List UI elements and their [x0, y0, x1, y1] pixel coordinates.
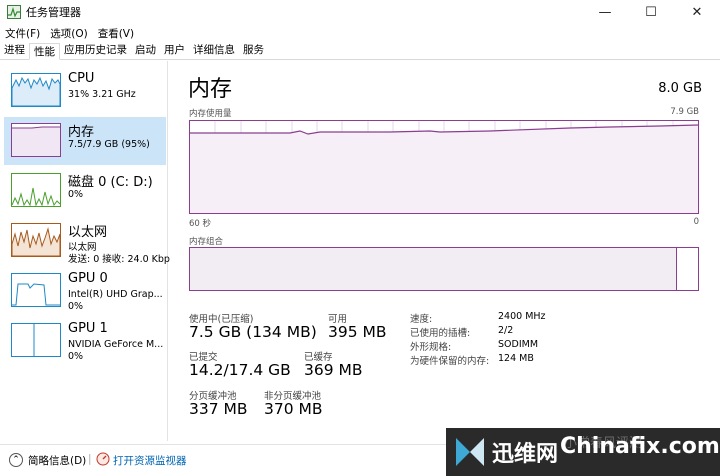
ethernet-mini-graph: [11, 223, 61, 257]
slots-value: 2/2: [498, 325, 514, 336]
sidebar-item-cpu[interactable]: CPU 31% 3.21 GHz: [4, 67, 166, 115]
sidebar-item-detail: 0%: [68, 189, 84, 200]
sidebar-item-subdetail: 发送: 0 接收: 24.0 Kbp: [68, 254, 170, 265]
sidebar-item-label: 内存: [68, 125, 95, 140]
graph-max-label: 7.9 GB: [670, 107, 699, 117]
tab-users[interactable]: 用户: [160, 42, 189, 59]
form-factor-value: SODIMM: [498, 339, 539, 350]
memory-usage-graph: [189, 120, 699, 214]
speed-value: 2400 MHz: [498, 311, 546, 322]
maximize-button[interactable]: ☐: [628, 0, 674, 24]
sidebar-item-label: GPU 0: [68, 271, 108, 286]
available-value: 395 MB: [328, 323, 387, 341]
tab-processes[interactable]: 进程: [0, 42, 29, 59]
gpu0-mini-graph: [11, 273, 61, 307]
hardware-reserved-value: 124 MB: [498, 353, 534, 364]
sidebar-item-subdetail: 0%: [68, 301, 84, 312]
chinafix-logo-icon: [456, 438, 484, 466]
tab-details[interactable]: 详细信息: [189, 42, 239, 59]
graph-label: 内存使用量: [189, 109, 232, 119]
footer-separator: |: [88, 453, 92, 465]
resource-monitor-icon: [96, 452, 110, 466]
sidebar-item-disk[interactable]: 磁盘 0 (C: D:) 0%: [4, 167, 166, 215]
axis-left-label: 60 秒: [189, 219, 212, 229]
tab-startup[interactable]: 启动: [131, 42, 160, 59]
in-use-value: 7.5 GB (134 MB): [189, 323, 317, 341]
sidebar-item-gpu0[interactable]: GPU 0 Intel(R) UHD Grap... 0%: [4, 267, 166, 315]
gpu1-mini-graph: [11, 323, 61, 357]
tab-app-history[interactable]: 应用历史记录: [60, 42, 131, 59]
slots-label: 已使用的插槽:: [410, 328, 471, 339]
open-resource-monitor-link[interactable]: 打开资源监视器: [113, 453, 187, 468]
sidebar-item-label: GPU 1: [68, 321, 108, 336]
composition-label: 内存组合: [189, 237, 224, 247]
memory-usage-plot: [190, 121, 699, 213]
sidebar-item-label: 以太网: [68, 225, 108, 240]
menu-options[interactable]: 选项(O): [45, 26, 92, 41]
sidebar-item-detail: Intel(R) UHD Grap...: [68, 289, 163, 300]
watermark: 迅维网 小常春风评测 Chinafix.com: [446, 428, 720, 476]
memory-mini-graph: [11, 123, 61, 157]
window-title: 任务管理器: [26, 6, 81, 19]
minimize-button[interactable]: —: [582, 0, 628, 24]
sidebar-item-subdetail: 0%: [68, 351, 84, 362]
fewer-details-button[interactable]: 简略信息(D): [28, 453, 86, 468]
close-button[interactable]: ✕: [674, 0, 720, 24]
menu-view[interactable]: 查看(V): [93, 26, 139, 41]
composition-free-segment: [676, 248, 698, 290]
paged-pool-value: 337 MB: [189, 400, 248, 418]
sidebar-item-gpu1[interactable]: GPU 1 NVIDIA GeForce M... 0%: [4, 317, 166, 365]
sidebar-item-memory[interactable]: 内存 7.5/7.9 GB (95%): [4, 117, 166, 165]
memory-composition-bar: [189, 247, 699, 291]
sidebar-item-label: CPU: [68, 71, 95, 86]
chevron-up-icon[interactable]: ⌃: [9, 453, 23, 467]
axis-right-label: 0: [693, 217, 699, 227]
nonpaged-pool-value: 370 MB: [264, 400, 323, 418]
task-manager-icon: [6, 4, 22, 20]
sidebar-item-detail: 7.5/7.9 GB (95%): [68, 139, 150, 150]
page-title: 内存: [188, 77, 233, 102]
form-factor-label: 外形规格:: [410, 342, 452, 353]
speed-label: 速度:: [410, 314, 433, 325]
cached-value: 369 MB: [304, 361, 363, 379]
sidebar-item-detail: NVIDIA GeForce M...: [68, 339, 164, 350]
title-bar: 任务管理器 — ☐ ✕: [0, 0, 720, 24]
committed-value: 14.2/17.4 GB: [189, 361, 291, 379]
tab-performance[interactable]: 性能: [29, 43, 60, 60]
resource-sidebar: CPU 31% 3.21 GHz 内存 7.5/7.9 GB (95%) 磁盘 …: [0, 61, 170, 441]
cpu-mini-graph: [11, 73, 61, 107]
watermark-brand-cn: 迅维网: [492, 442, 559, 467]
memory-detail-panel: 内存 8.0 GB 内存使用量 7.9 GB 60 秒 0 内存组合 使用中(已…: [176, 61, 720, 441]
menu-bar: 文件(F) 选项(O) 查看(V): [0, 24, 720, 42]
memory-total: 8.0 GB: [658, 81, 702, 96]
disk-mini-graph: [11, 173, 61, 207]
sidebar-item-ethernet[interactable]: 以太网 以太网 发送: 0 接收: 24.0 Kbp: [4, 217, 170, 265]
watermark-brand-en: Chinafix.com: [560, 434, 720, 459]
menu-file[interactable]: 文件(F): [0, 26, 45, 41]
tab-services[interactable]: 服务: [239, 42, 268, 59]
hardware-reserved-label: 为硬件保留的内存:: [410, 356, 490, 367]
sidebar-item-label: 磁盘 0 (C: D:): [68, 175, 153, 190]
sidebar-item-detail: 31% 3.21 GHz: [68, 89, 136, 100]
tab-bar: 进程 性能 应用历史记录 启动 用户 详细信息 服务: [0, 42, 720, 60]
